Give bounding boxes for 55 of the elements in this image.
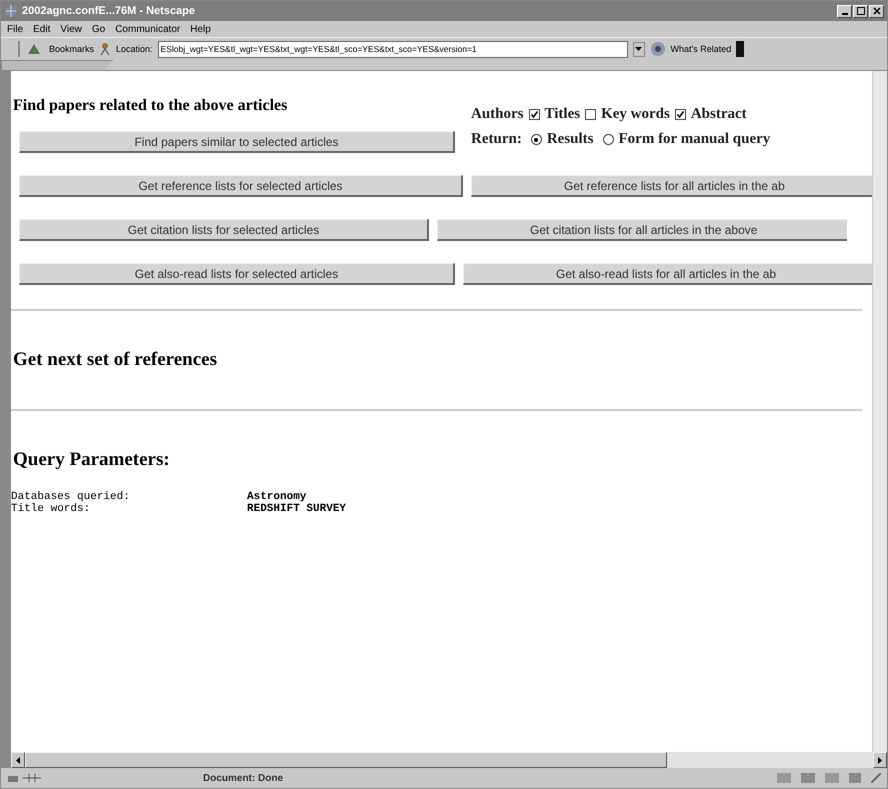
bookmarks-button[interactable]: Bookmarks: [49, 44, 94, 54]
find-similar-button[interactable]: Find papers similar to selected articles: [19, 131, 455, 153]
option-label: Titles: [544, 106, 580, 123]
menu-item[interactable]: Communicator: [115, 24, 180, 34]
all-articles-button[interactable]: Get reference lists for all articles in the ab: [471, 175, 872, 197]
option-label: Authors: [471, 106, 524, 123]
scroll-left-button[interactable]: [11, 752, 25, 768]
section-heading: Get next set of references: [13, 349, 217, 371]
checkbox[interactable]: [528, 109, 540, 120]
whats-related-button[interactable]: What's Related: [670, 44, 732, 54]
all-articles-button[interactable]: Get citation lists for all articles in the above: [437, 219, 847, 241]
window-title: 2002agnc.confE...76M - Netscape: [22, 5, 196, 17]
section-heading: Find papers related to the above articles: [13, 97, 288, 115]
menu-item[interactable]: Help: [190, 24, 211, 34]
maximize-icon: [856, 7, 864, 15]
selected-articles-button[interactable]: Get reference lists for selected articles: [19, 175, 463, 197]
parameter-name: Databases queried:: [11, 491, 131, 503]
security-icon: [7, 772, 43, 784]
right-arrow-icon: [878, 756, 882, 764]
all-articles-button[interactable]: Get also-read lists for all articles in the ab: [463, 263, 872, 285]
location-label: Location:: [116, 44, 153, 54]
parameter-name: Title words:: [11, 503, 92, 515]
dropdown-button[interactable]: [632, 42, 645, 56]
menu-item[interactable]: File: [7, 24, 24, 34]
close-icon: [872, 7, 880, 15]
option-label: Return:: [471, 131, 522, 148]
globe-icon: [650, 41, 666, 57]
selected-articles-button[interactable]: Get also-read lists for selected articles: [19, 263, 455, 285]
close-button[interactable]: [869, 4, 884, 18]
checkbox[interactable]: [585, 109, 596, 120]
section-heading: Query Parameters:: [13, 449, 170, 471]
location-icon: [99, 42, 112, 56]
radio-button[interactable]: [602, 134, 614, 145]
menu-item[interactable]: View: [60, 24, 82, 34]
maximize-button[interactable]: [853, 4, 868, 18]
option-label: Form for manual query: [618, 131, 770, 148]
option-label: Results: [546, 131, 594, 148]
selected-articles-button[interactable]: Get citation lists for selected articles: [19, 219, 429, 241]
option-label: Abstract: [690, 106, 747, 123]
option-label: Key words: [601, 106, 670, 123]
menu-item[interactable]: Go: [92, 24, 106, 34]
url-field[interactable]: ESlobj_wgt=YES&tl_wgt=YES&txt_wgt=YES&tl_sco=YES&txt_sco=YES&version=1: [158, 40, 628, 58]
parameter-value: Astronomy: [247, 491, 306, 503]
toolbar-grip-icon: [17, 41, 21, 57]
checkbox[interactable]: [674, 109, 686, 120]
caret-icon: [635, 47, 642, 51]
pencil-icon[interactable]: [871, 773, 881, 783]
minimize-button[interactable]: [837, 4, 852, 18]
status-text: Document: Done: [203, 772, 284, 784]
menu-item[interactable]: Edit: [33, 24, 50, 34]
left-arrow-icon: [16, 756, 20, 764]
scroll-right-button[interactable]: [873, 752, 887, 768]
radio-button[interactable]: [530, 134, 542, 145]
globe-icon: [4, 4, 18, 18]
parameter-value: REDSHIFT SURVEY: [247, 503, 346, 515]
